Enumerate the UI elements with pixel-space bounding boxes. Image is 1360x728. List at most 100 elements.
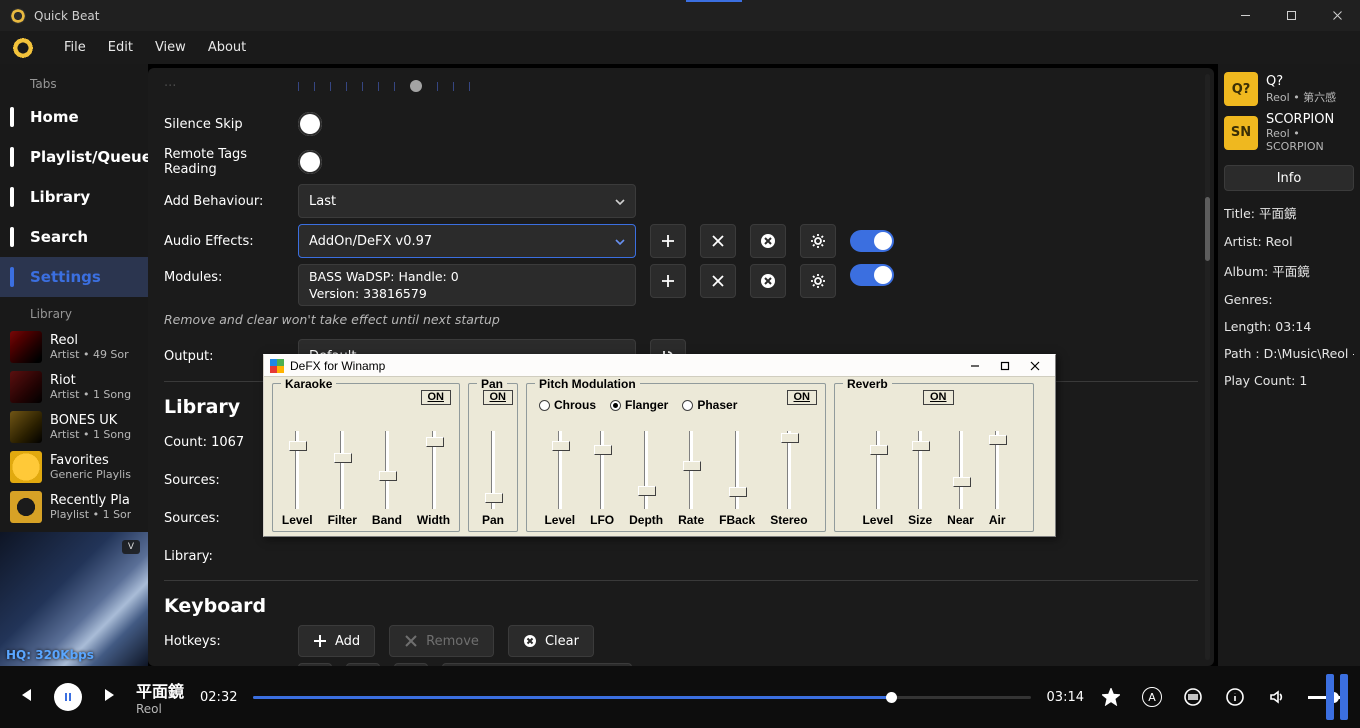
toggle-remote-tags[interactable] (298, 150, 322, 174)
defx-minimize-button[interactable] (961, 357, 989, 375)
progress-bar[interactable] (253, 696, 1030, 699)
switch-audio-effects[interactable] (850, 230, 894, 252)
menu-file[interactable]: File (64, 40, 86, 55)
hotkey-remove-button[interactable]: Remove (389, 625, 494, 657)
sidebar-item-playlist[interactable]: Playlist/Queue (0, 137, 148, 177)
sidebar-item-search[interactable]: Search (0, 217, 148, 257)
group-reverb: Reverb ON Level Size Near Air (834, 383, 1034, 532)
karaoke-on-button[interactable]: ON (421, 390, 452, 405)
slider-karaoke-filter[interactable]: Filter (328, 431, 357, 527)
dropdown-audio-effects[interactable]: AddOn/DeFX v0.97 (298, 224, 636, 258)
reverb-on-button[interactable]: ON (923, 390, 954, 405)
eq-visualizer (1326, 674, 1348, 720)
slider-pitch-rate[interactable]: Rate (678, 431, 704, 527)
hotkey-clear-button[interactable]: Clear (508, 625, 594, 657)
lib-item-riot[interactable]: RiotArtist • 1 Song (0, 367, 148, 407)
slider-reverb-near[interactable]: Near (947, 431, 974, 527)
label-remote-tags: Remote Tags Reading (164, 147, 284, 177)
defx-close-button[interactable] (1021, 357, 1049, 375)
slider-reverb-level[interactable]: Level (862, 431, 893, 527)
progress-track[interactable] (253, 696, 1030, 699)
slider-pitch-depth[interactable]: Depth (629, 431, 663, 527)
sidebar-item-settings[interactable]: Settings (0, 257, 148, 297)
add-effect-button[interactable] (650, 224, 686, 258)
thumb-icon (10, 411, 42, 443)
play-pause-button[interactable] (54, 683, 82, 711)
dropdown-add-behaviour[interactable]: Last (298, 184, 636, 218)
slider-pitch-stereo[interactable]: Stereo (770, 431, 807, 527)
scrollbar-thumb[interactable] (1205, 197, 1210, 261)
lib-item-favorites[interactable]: FavoritesGeneric Playlis (0, 447, 148, 487)
sidebar-item-home[interactable]: Home (0, 97, 148, 137)
video-badge: V (122, 540, 140, 554)
info-circle-button[interactable] (1224, 686, 1246, 708)
menu-edit[interactable]: Edit (108, 40, 133, 55)
lib-item-recent[interactable]: Recently PlaPlaylist • 1 Sor (0, 487, 148, 527)
queue-button[interactable] (1182, 686, 1204, 708)
menu-about[interactable]: About (208, 40, 246, 55)
pan-on-button[interactable]: ON (483, 390, 514, 405)
configure-effect-button[interactable] (800, 224, 836, 258)
queue-item[interactable]: Q? Q?Reol • 第六感 (1224, 72, 1354, 106)
radio-chorus[interactable]: Chrous (539, 398, 596, 412)
queue-item[interactable]: SN SCORPIONReol • SCORPION (1224, 112, 1354, 153)
slider-label: Stereo (770, 513, 807, 527)
switch-modules[interactable] (850, 264, 894, 286)
window-close-button[interactable] (1314, 0, 1360, 31)
autoplay-button[interactable]: A (1142, 687, 1162, 707)
label-silence-skip: Silence Skip (164, 117, 284, 132)
slider-karaoke-level[interactable]: Level (282, 431, 313, 527)
lib-title: BONES UK (50, 413, 131, 428)
section-title-keyboard: Keyboard (164, 595, 1198, 617)
next-button[interactable] (102, 686, 120, 708)
radio-label: Phaser (697, 398, 737, 412)
lib-item-reol[interactable]: ReolArtist • 49 Sor (0, 327, 148, 367)
letter: A (1148, 691, 1156, 704)
toggle-silence-skip[interactable] (298, 112, 322, 136)
lib-title: Recently Pla (50, 493, 131, 508)
scrollbar[interactable] (1205, 74, 1210, 660)
slider-reverb-size[interactable]: Size (908, 431, 932, 527)
sidebar-item-library[interactable]: Library (0, 177, 148, 217)
window-minimize-button[interactable] (1222, 0, 1268, 31)
slider-karaoke-width[interactable]: Width (417, 431, 450, 527)
clear-effect-button[interactable] (750, 224, 786, 258)
sidebar-tabs-heading: Tabs (0, 64, 148, 97)
defx-maximize-button[interactable] (991, 357, 1019, 375)
favorite-button[interactable] (1100, 686, 1122, 708)
prev-button[interactable] (16, 686, 34, 708)
configure-module-button[interactable] (800, 264, 836, 298)
label-add-behaviour: Add Behaviour: (164, 194, 284, 209)
crossfader-knob[interactable] (410, 80, 422, 92)
lib-item-bones[interactable]: BONES UKArtist • 1 Song (0, 407, 148, 447)
slider-pitch-level[interactable]: Level (544, 431, 575, 527)
volume-button[interactable] (1266, 686, 1288, 708)
hotkey-add-button[interactable]: Add (298, 625, 375, 657)
slider-pitch-lfo[interactable]: LFO (590, 431, 614, 527)
clear-module-button[interactable] (750, 264, 786, 298)
info-button[interactable]: Info (1224, 165, 1354, 191)
menu-view[interactable]: View (155, 40, 186, 55)
remove-module-button[interactable] (700, 264, 736, 298)
add-module-button[interactable] (650, 264, 686, 298)
now-playing[interactable]: 平面鏡 Reol (136, 678, 184, 716)
group-pan: Pan ON Pan (468, 383, 518, 532)
slider-pitch-fback[interactable]: FBack (719, 431, 755, 527)
radio-phaser[interactable]: Phaser (682, 398, 737, 412)
pitch-on-button[interactable]: ON (787, 390, 818, 405)
slider-label: Pan (482, 513, 504, 527)
radio-flanger[interactable]: Flanger (610, 398, 668, 412)
window-maximize-button[interactable] (1268, 0, 1314, 31)
slider-pan[interactable]: Pan (482, 431, 504, 527)
remove-effect-button[interactable] (700, 224, 736, 258)
defx-titlebar[interactable]: DeFX for Winamp (264, 355, 1055, 377)
lib-title: Reol (50, 333, 129, 348)
slider-karaoke-band[interactable]: Band (372, 431, 402, 527)
row-audio-effects: Audio Effects: AddOn/DeFX v0.97 (164, 224, 1198, 258)
album-art[interactable]: V HQ: 320Kbps (0, 532, 148, 666)
modules-box[interactable]: BASS WaDSP: Handle: 0 Version: 33816579 (298, 264, 636, 306)
defx-window[interactable]: DeFX for Winamp Karaoke ON Level Filter … (263, 354, 1056, 537)
slider-reverb-air[interactable]: Air (989, 431, 1006, 527)
progress-knob[interactable] (886, 692, 897, 703)
info-row: Path : D:\Music\Reol - ³ (1224, 346, 1354, 361)
